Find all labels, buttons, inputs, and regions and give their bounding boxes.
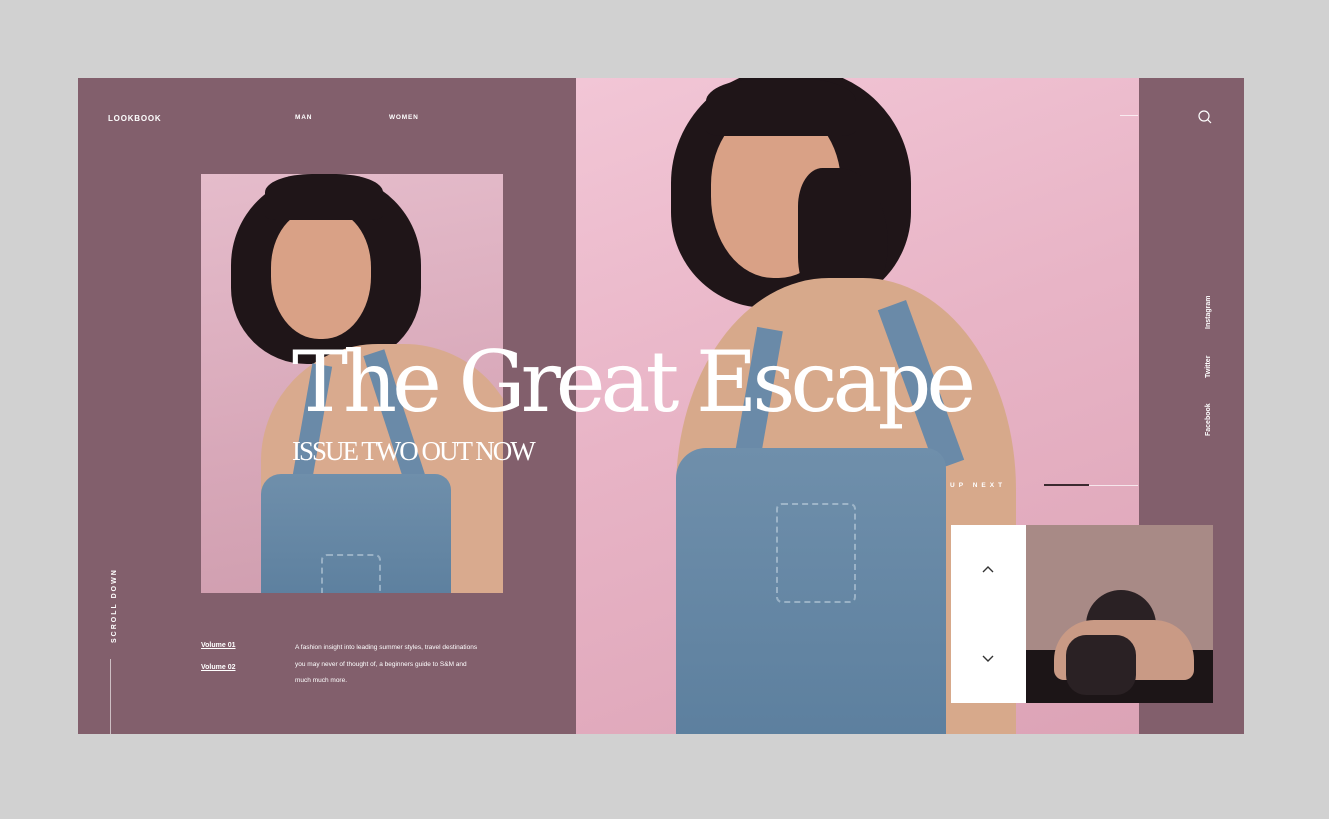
hero-subtitle: ISSUE TWO OUT NOW [292,436,536,466]
scroll-down-label[interactable]: SCROLL DOWN [111,568,118,643]
slide-controls [951,525,1026,703]
social-facebook[interactable]: Facebook [1205,403,1212,436]
top-divider [1120,115,1138,116]
social-instagram[interactable]: Instagram [1205,296,1212,329]
issue-description: A fashion insight into leading summer st… [295,644,478,684]
search-icon[interactable] [1197,109,1213,125]
up-next-progress [1044,484,1089,486]
chevron-down-icon[interactable] [981,651,995,665]
hero-title: The Great Escape [292,333,976,431]
social-twitter[interactable]: Twitter [1205,356,1212,378]
nav-women[interactable]: WOMEN [389,114,419,121]
volume-02-link[interactable]: Volume 02 [201,664,236,671]
up-next-preview[interactable] [1026,525,1213,703]
scroll-line [110,659,111,734]
brand-logo[interactable]: LOOKBOOK [108,114,162,123]
nav-man[interactable]: MAN [295,114,312,121]
chevron-up-icon[interactable] [981,563,995,577]
lookbook-frame: LOOKBOOK MAN WOMEN The Great Escape ISSU… [78,78,1244,734]
volume-01-link[interactable]: Volume 01 [201,642,236,649]
up-next-label: UP NEXT [950,482,1007,489]
